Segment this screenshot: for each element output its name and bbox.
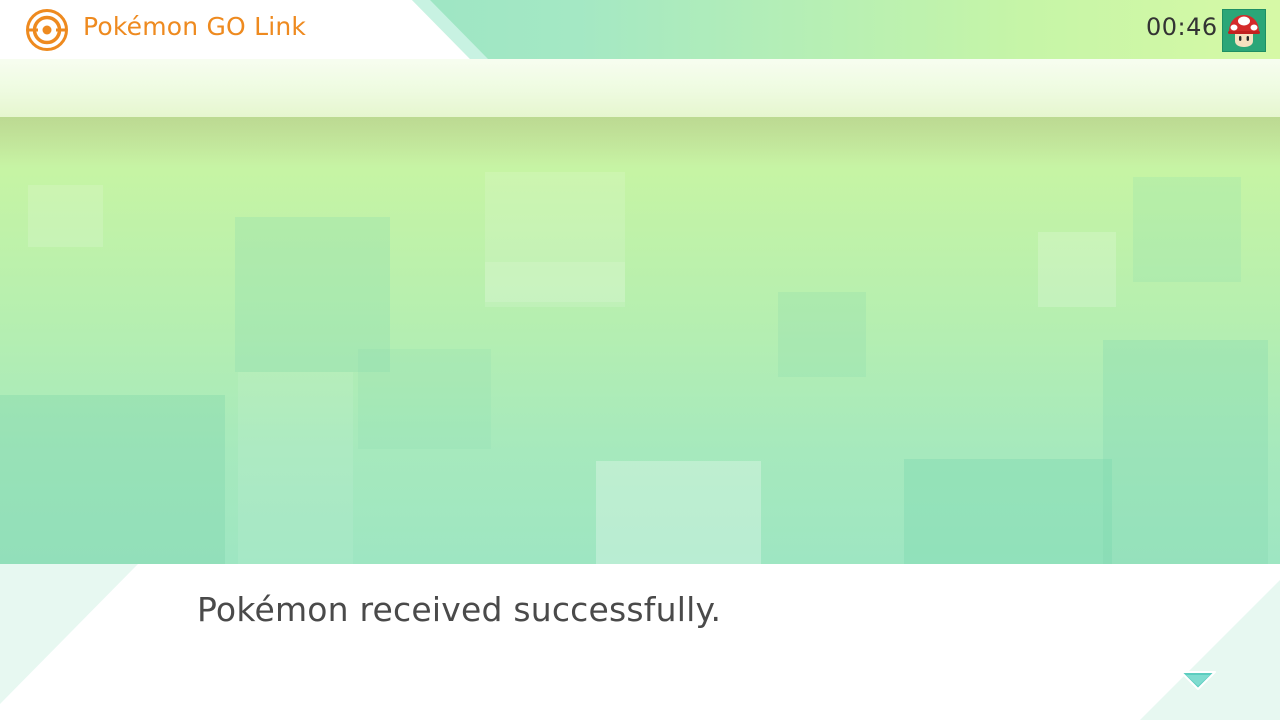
background-scene (0, 117, 1280, 564)
dialog-corner-right (1140, 580, 1280, 720)
user-avatar[interactable] (1222, 9, 1266, 52)
scene-square (778, 292, 866, 377)
dialog-message: Pokémon received successfully. (197, 590, 722, 629)
scene-square (358, 349, 491, 449)
scene-square (485, 262, 625, 307)
scene-square (28, 185, 103, 247)
header-stripe (0, 59, 1280, 117)
scene-square (0, 395, 225, 564)
app-title: Pokémon GO Link (83, 12, 307, 41)
scene-square (1103, 340, 1268, 564)
scene-square (1133, 177, 1241, 282)
top-bar: Pokémon GO Link 00:46 (0, 0, 1280, 59)
message-dialog[interactable]: Pokémon received successfully. (0, 564, 1280, 720)
scene-square (1038, 232, 1116, 307)
scene-square (596, 461, 761, 564)
chevron-down-icon[interactable] (1178, 668, 1218, 694)
scene-square (238, 372, 353, 564)
scene-top-shadow (0, 117, 1280, 165)
poke-ball-ring-icon (26, 9, 68, 51)
clock: 00:46 (1146, 13, 1218, 41)
scene-square (904, 459, 1112, 564)
mushroom-icon (1228, 15, 1260, 47)
dialog-corner-left (0, 564, 138, 704)
